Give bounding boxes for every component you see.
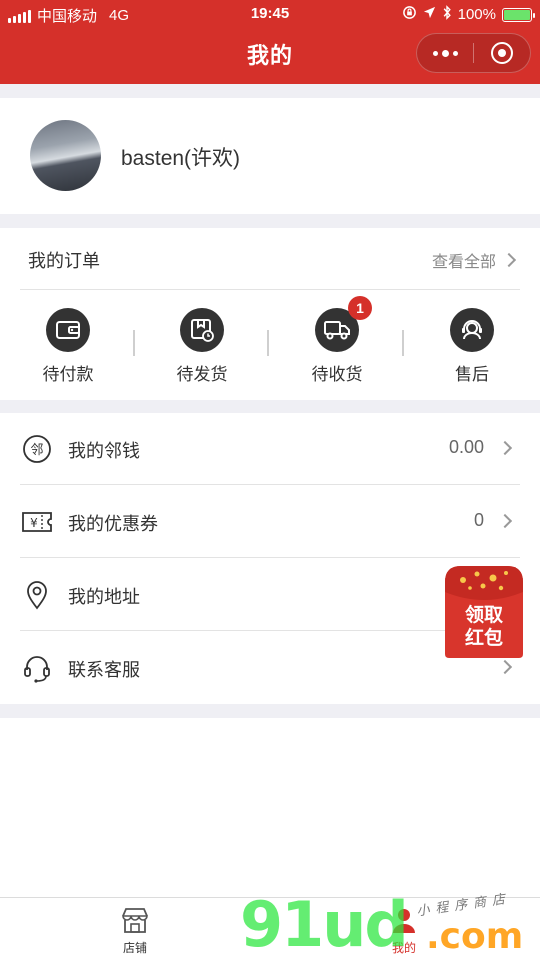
tab-label: 店铺 <box>122 941 147 955</box>
menu-value: 0.00 <box>448 437 484 457</box>
status-label: 待发货 <box>176 365 228 384</box>
chevron-right-icon <box>497 659 513 675</box>
location-pin-icon <box>21 579 53 611</box>
red-packet-button[interactable]: 领取 红包 <box>443 564 525 660</box>
coupon-icon: ¥ <box>21 506 53 538</box>
headset-icon <box>21 652 53 684</box>
divider <box>0 214 540 228</box>
red-packet-line1: 领取 <box>464 605 503 626</box>
svg-text:邻: 邻 <box>30 443 43 458</box>
menu-label: 我的地址 <box>68 587 140 607</box>
bluetooth-icon <box>442 5 452 24</box>
menu-item-neighbor-money[interactable]: 邻 我的邻钱 0.00 <box>20 413 520 485</box>
red-packet-line2: 红包 <box>464 628 503 649</box>
chevron-right-icon <box>501 252 517 268</box>
avatar[interactable] <box>30 120 101 191</box>
status-label: 待付款 <box>42 365 94 384</box>
order-status-pending-payment[interactable]: 待付款 <box>18 308 118 385</box>
username: basten(许欢) <box>121 147 241 170</box>
divider <box>0 704 540 718</box>
menu-label: 我的优惠券 <box>68 514 158 534</box>
status-label: 售后 <box>455 365 489 384</box>
headset-person-icon <box>450 308 494 352</box>
svg-text:¥: ¥ <box>30 516 38 530</box>
status-bar: 中国移动 4G 19:45 100% <box>0 0 540 28</box>
order-status-after-sales[interactable]: 售后 <box>422 308 522 385</box>
view-all-orders-link[interactable]: 查看全部 <box>431 248 517 272</box>
truck-icon: 1 <box>315 296 372 352</box>
more-dots-icon <box>432 49 458 57</box>
menu-value: 0 <box>473 510 484 530</box>
battery-icon <box>502 7 535 22</box>
tab-mine[interactable]: 我的 <box>364 906 444 956</box>
orders-section: 我的订单 查看全部 待付款 待发货 1 待收货 售后 <box>0 228 540 400</box>
order-status-pending-receipt[interactable]: 1 待收货 <box>287 296 387 385</box>
shop-icon <box>122 908 148 933</box>
menu-list: 邻 我的邻钱 0.00 ¥ 我的优惠券 0 我的地址 联系客服 <box>0 413 540 704</box>
status-label: 待收货 <box>311 365 363 384</box>
menu-item-coupons[interactable]: ¥ 我的优惠券 0 <box>20 486 520 558</box>
wallet-icon <box>46 308 90 352</box>
location-arrow-icon <box>423 6 436 23</box>
more-button[interactable] <box>417 33 473 73</box>
menu-label: 我的邻钱 <box>68 441 140 461</box>
divider <box>0 400 540 413</box>
chevron-right-icon <box>497 440 513 456</box>
chevron-right-icon <box>497 513 513 529</box>
order-count-badge: 1 <box>348 296 372 320</box>
package-clock-icon <box>180 308 224 352</box>
battery-percent: 100% <box>457 6 496 23</box>
menu-label: 联系客服 <box>68 660 140 680</box>
exit-target-icon <box>491 42 513 64</box>
orders-header[interactable]: 我的订单 查看全部 <box>20 228 520 290</box>
neighbor-coin-icon: 邻 <box>21 433 53 465</box>
divider <box>0 84 540 98</box>
tab-bar: 店铺 我的 <box>0 897 540 960</box>
orders-title: 我的订单 <box>28 251 100 271</box>
header: 中国移动 4G 19:45 100% 我的 <box>0 0 540 84</box>
close-miniprogram-button[interactable] <box>474 33 530 73</box>
person-icon <box>393 909 415 933</box>
profile-card[interactable]: basten(许欢) <box>0 98 540 214</box>
miniprogram-capsule <box>416 33 531 73</box>
view-all-label: 查看全部 <box>431 254 496 271</box>
tab-shop[interactable]: 店铺 <box>95 906 175 956</box>
order-status-pending-shipment[interactable]: 待发货 <box>152 308 252 385</box>
rotation-lock-icon <box>402 5 417 24</box>
tab-label: 我的 <box>391 941 416 955</box>
